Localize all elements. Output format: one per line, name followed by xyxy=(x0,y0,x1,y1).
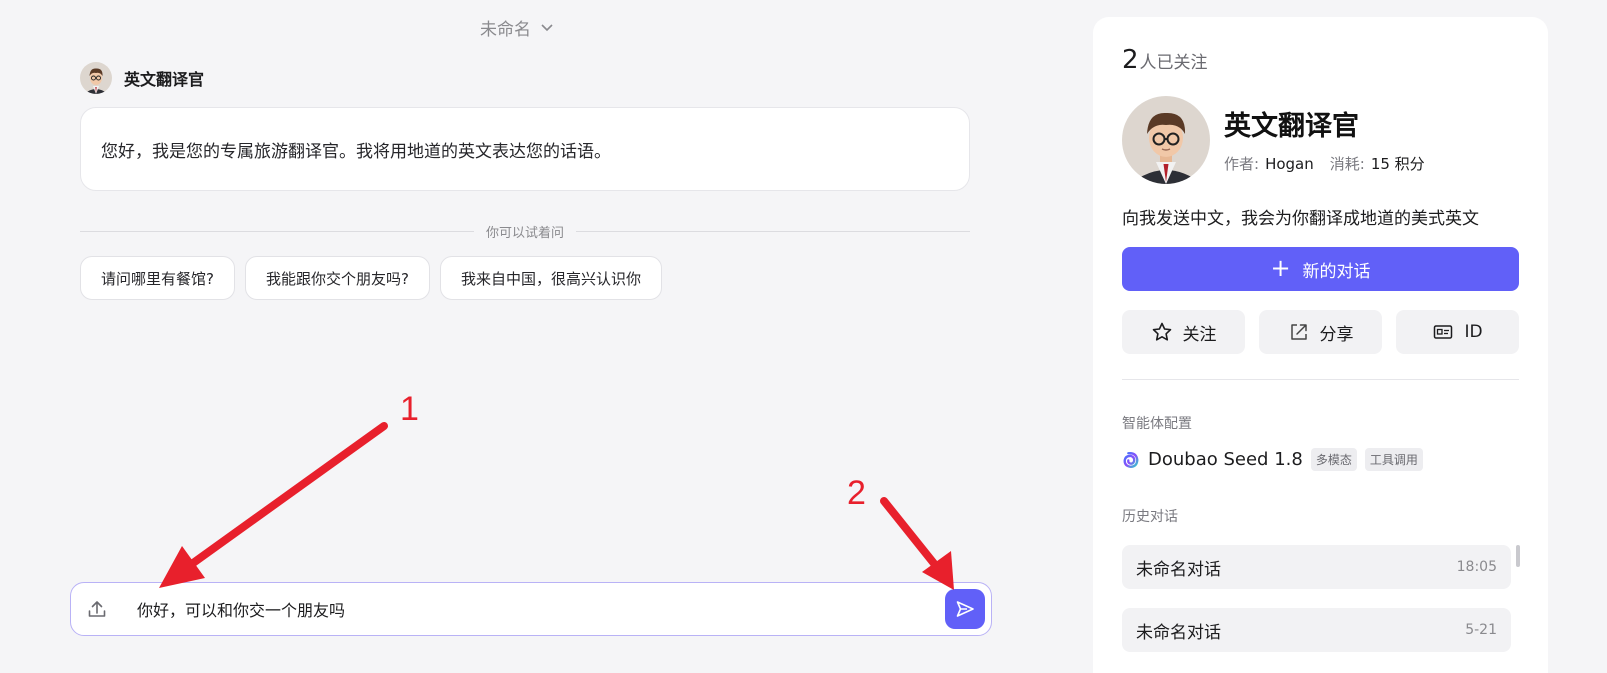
history-item[interactable]: 未命名对话 18:05 xyxy=(1122,545,1511,589)
suggestion-list: 请问哪里有餐馆? 我能跟你交个朋友吗? 我来自中国，很高兴认识你 xyxy=(80,256,662,300)
history-item[interactable]: 未命名对话 5-21 xyxy=(1122,608,1511,652)
history-item-title: 未命名对话 xyxy=(1136,559,1221,580)
bot-meta: 作者: Hogan 消耗: 15 积分 xyxy=(1224,153,1435,174)
history-item-title: 未命名对话 xyxy=(1136,622,1221,643)
divider-line xyxy=(576,230,971,232)
suggestion-chip[interactable]: 我来自中国，很高兴认识你 xyxy=(439,256,662,300)
model-name: Doubao Seed 1.8 xyxy=(1148,449,1303,470)
bot-profile-info: 英文翻译官 作者: Hogan 消耗: 15 积分 xyxy=(1224,96,1435,184)
suggestion-chip[interactable]: 请问哪里有餐馆? xyxy=(80,256,235,300)
greeting-message: 您好，我是您的专属旅游翻译官。我将用地道的英文表达您的话语。 xyxy=(80,107,970,191)
upload-icon xyxy=(88,601,106,617)
followers-number: 2 xyxy=(1122,45,1139,75)
annotation-label-1: 1 xyxy=(400,390,419,428)
send-button[interactable] xyxy=(945,589,985,629)
bot-profile-name: 英文翻译官 xyxy=(1224,111,1359,142)
divider-line xyxy=(80,230,474,232)
model-info: Doubao Seed 1.8 多模态 工具调用 xyxy=(1122,448,1423,471)
author-name[interactable]: Hogan xyxy=(1265,155,1314,173)
bot-header: 英文翻译官 xyxy=(80,62,204,94)
suggestions-label: 你可以试着问 xyxy=(486,225,565,241)
chevron-down-icon xyxy=(541,24,553,32)
author-label: 作者: xyxy=(1224,155,1260,173)
annotation-label-2: 2 xyxy=(847,474,866,512)
cost-value: 15 积分 xyxy=(1370,155,1425,173)
id-label: ID xyxy=(1464,322,1483,342)
new-chat-label: 新的对话 xyxy=(1302,261,1371,282)
message-composer xyxy=(70,582,992,636)
annotation-arrow-2 xyxy=(880,497,954,590)
followers-count: 2 人已关注 xyxy=(1122,45,1208,75)
plus-icon: + xyxy=(1270,254,1291,282)
id-card-icon xyxy=(1434,325,1453,339)
upload-button[interactable] xyxy=(71,583,123,635)
doubao-logo-icon xyxy=(1123,451,1139,468)
bot-profile: 英文翻译官 作者: Hogan 消耗: 15 积分 xyxy=(1122,96,1435,184)
annotation-arrow-1 xyxy=(159,422,388,588)
bot-profile-avatar xyxy=(1122,96,1210,184)
history-section-label: 历史对话 xyxy=(1122,509,1178,525)
bot-actions: 关注 分享 ID xyxy=(1122,310,1519,354)
greeting-text: 您好，我是您的专属旅游翻译官。我将用地道的英文表达您的话语。 xyxy=(101,141,611,162)
history-scrollbar[interactable] xyxy=(1516,545,1520,567)
panel-divider xyxy=(1122,379,1519,380)
bot-info-panel: 2 人已关注 英文翻译官 作者: Hogan 消耗: 15 积分 向我发送中文，… xyxy=(1093,17,1548,673)
suggestions-divider: 你可以试着问 xyxy=(80,221,971,241)
conversation-title-text: 未命名 xyxy=(480,19,531,40)
id-button[interactable]: ID xyxy=(1396,310,1519,354)
conversation-title[interactable]: 未命名 xyxy=(480,14,555,40)
share-button[interactable]: 分享 xyxy=(1259,310,1382,354)
message-input[interactable] xyxy=(137,599,945,619)
share-icon xyxy=(1290,324,1307,340)
model-tag: 多模态 xyxy=(1310,448,1357,471)
followers-label: 人已关注 xyxy=(1139,53,1208,73)
suggestion-chip[interactable]: 我能跟你交个朋友吗? xyxy=(244,256,430,300)
send-icon xyxy=(956,601,974,617)
share-label: 分享 xyxy=(1319,324,1354,345)
bot-name: 英文翻译官 xyxy=(124,70,205,89)
new-chat-button[interactable]: + 新的对话 xyxy=(1122,247,1519,291)
model-tag: 工具调用 xyxy=(1364,448,1423,471)
history-item-time: 18:05 xyxy=(1456,559,1497,575)
history-item-time: 5-21 xyxy=(1465,622,1497,638)
bot-avatar[interactable] xyxy=(80,62,112,94)
config-section-label: 智能体配置 xyxy=(1122,416,1192,432)
bot-description: 向我发送中文，我会为你翻译成地道的美式英文 xyxy=(1122,209,1479,229)
star-icon xyxy=(1152,322,1171,341)
follow-label: 关注 xyxy=(1182,324,1217,345)
cost-label: 消耗: xyxy=(1329,155,1365,173)
follow-button[interactable]: 关注 xyxy=(1122,310,1245,354)
